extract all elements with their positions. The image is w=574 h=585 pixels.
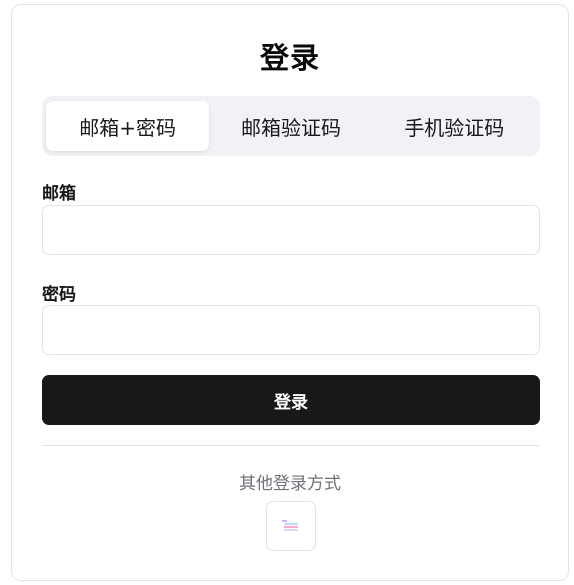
- login-button[interactable]: 登录: [42, 375, 540, 425]
- third-party-login-icon: [282, 520, 298, 531]
- login-method-tabs: 邮箱+密码 邮箱验证码 手机验证码: [42, 96, 540, 156]
- third-party-login-button[interactable]: [266, 501, 316, 551]
- tab-email-password[interactable]: 邮箱+密码: [46, 101, 210, 151]
- page-title: 登录: [259, 41, 320, 75]
- tab-phone-code[interactable]: 手机验证码: [373, 101, 536, 151]
- login-card: 登录 邮箱+密码 邮箱验证码 手机验证码 邮箱 密码 登录 其他登录方式: [11, 4, 569, 581]
- email-field[interactable]: [42, 205, 540, 255]
- password-label: 密码: [42, 285, 76, 305]
- email-label: 邮箱: [42, 184, 76, 204]
- divider: [42, 445, 540, 446]
- tab-email-code[interactable]: 邮箱验证码: [209, 101, 372, 151]
- other-login-label: 其他登录方式: [239, 474, 341, 494]
- password-field[interactable]: [42, 305, 540, 355]
